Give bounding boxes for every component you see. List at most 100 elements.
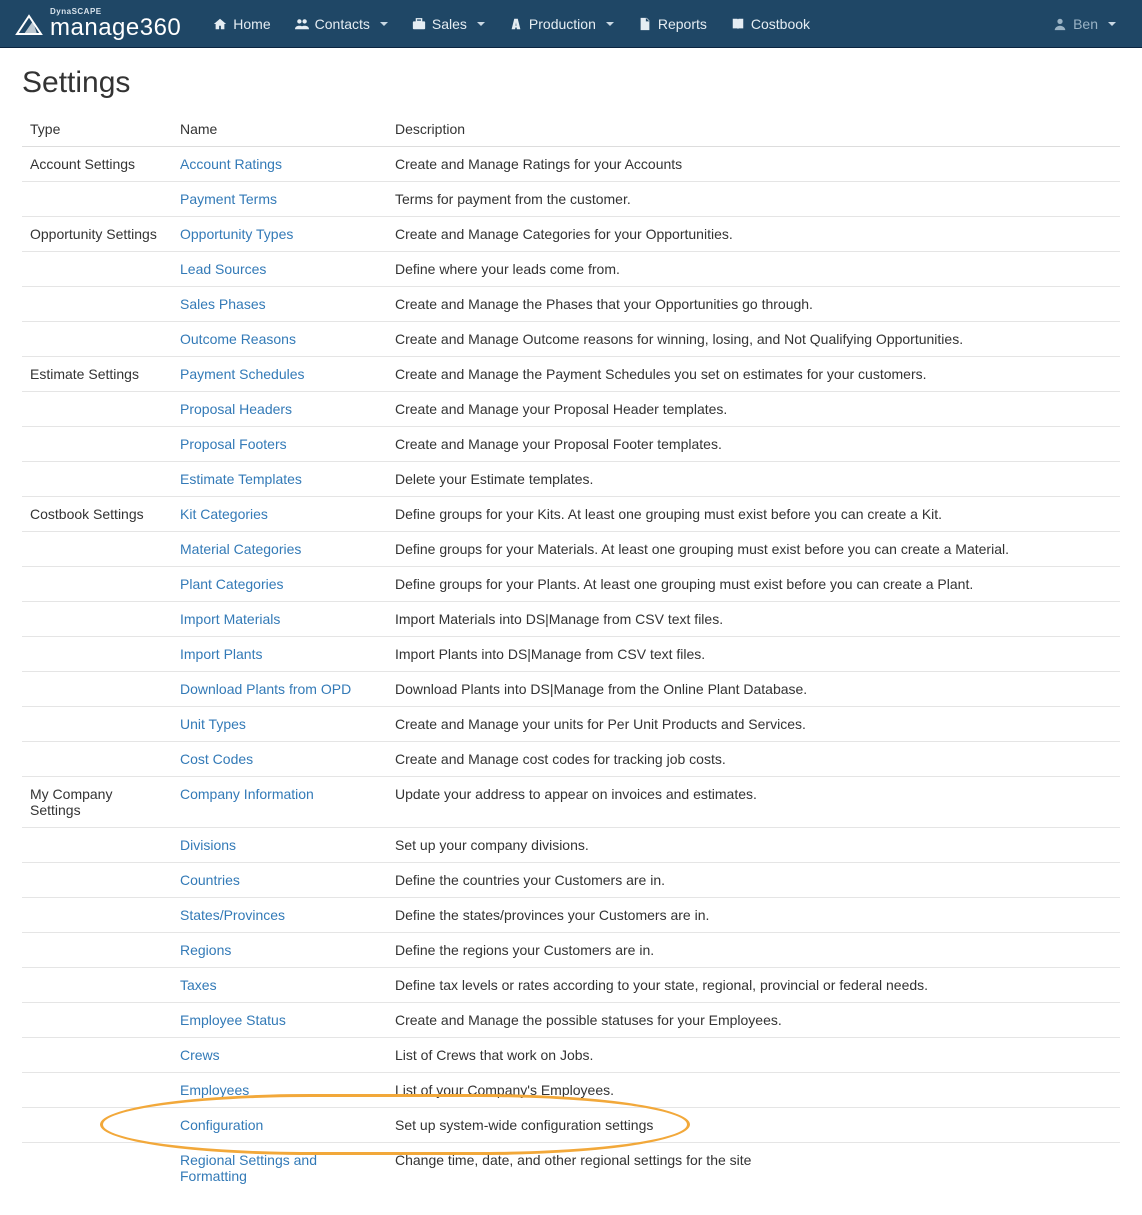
cell-name: Import Materials [172,602,387,637]
settings-link[interactable]: Download Plants from OPD [180,681,351,697]
settings-link[interactable]: Opportunity Types [180,226,293,242]
file-icon [638,17,652,31]
cell-type [22,567,172,602]
cell-description: Set up system-wide configuration setting… [387,1108,1120,1143]
chevron-down-icon [477,22,485,26]
cell-description: Create and Manage your Proposal Footer t… [387,427,1120,462]
nav-sales[interactable]: Sales [400,2,497,46]
users-icon [295,17,309,31]
settings-link[interactable]: Regional Settings and Formatting [180,1152,317,1184]
settings-link[interactable]: Proposal Footers [180,436,287,452]
cell-description: Define groups for your Kits. At least on… [387,497,1120,532]
settings-link[interactable]: Countries [180,872,240,888]
cell-description: Create and Manage your Proposal Header t… [387,392,1120,427]
nav-reports[interactable]: Reports [626,2,719,46]
settings-link[interactable]: Import Materials [180,611,280,627]
cell-description: Import Plants into DS|Manage from CSV te… [387,637,1120,672]
nav-production[interactable]: Production [497,2,626,46]
book-icon [731,17,745,31]
cell-type [22,322,172,357]
settings-link[interactable]: Divisions [180,837,236,853]
settings-link[interactable]: Plant Categories [180,576,284,592]
settings-link[interactable]: Lead Sources [180,261,266,277]
cell-name: Opportunity Types [172,217,387,252]
cell-type [22,742,172,777]
settings-link[interactable]: Kit Categories [180,506,268,522]
table-row: Costbook Settings Kit Categories Define gr… [22,497,1120,532]
cell-type [22,898,172,933]
settings-link[interactable]: Employees [180,1082,249,1098]
table-row: Download Plants from OPDDownload Plants … [22,672,1120,707]
settings-link[interactable]: Taxes [180,977,217,993]
nav-label: Contacts [315,16,370,32]
cell-description: Define groups for your Materials. At lea… [387,532,1120,567]
cell-name: Lead Sources [172,252,387,287]
settings-link[interactable]: Configuration [180,1117,263,1133]
cell-description: Create and Manage the Payment Schedules … [387,357,1120,392]
cell-description: Create and Manage cost codes for trackin… [387,742,1120,777]
cell-type [22,1073,172,1108]
col-header-type: Type [22,112,172,147]
nav-contacts[interactable]: Contacts [283,2,400,46]
settings-link[interactable]: Employee Status [180,1012,286,1028]
settings-link[interactable]: Outcome Reasons [180,331,296,347]
cell-type: Costbook Settings [22,497,172,532]
settings-link[interactable]: Unit Types [180,716,246,732]
settings-table: Type Name Description Account SettingsAc… [22,112,1120,1193]
chevron-down-icon [606,22,614,26]
cell-type [22,1108,172,1143]
cell-type: My Company Settings [22,777,172,828]
cell-description: List of your Company's Employees. [387,1073,1120,1108]
cell-name: Company Information [172,777,387,828]
table-row: Proposal Headers Create and Manage your P… [22,392,1120,427]
cell-type [22,1003,172,1038]
settings-link[interactable]: Material Categories [180,541,301,557]
cell-type [22,182,172,217]
cell-name: Proposal Headers [172,392,387,427]
settings-link[interactable]: Account Ratings [180,156,282,172]
brand-logo[interactable]: DynaSCAPE manage360 [14,8,181,40]
settings-link[interactable]: Cost Codes [180,751,253,767]
settings-link[interactable]: Payment Schedules [180,366,305,382]
col-header-description: Description [387,112,1120,147]
cell-type [22,1038,172,1073]
settings-link[interactable]: Payment Terms [180,191,277,207]
settings-link[interactable]: Import Plants [180,646,262,662]
user-menu[interactable]: Ben [1041,2,1128,46]
cell-type [22,602,172,637]
cell-type [22,933,172,968]
cell-description: Import Materials into DS|Manage from CSV… [387,602,1120,637]
cell-type [22,462,172,497]
table-row: Import Plants Import Plants into DS|Manag… [22,637,1120,672]
user-label: Ben [1073,16,1098,32]
nav-label: Production [529,16,596,32]
table-row: Material Categories Define groups for you… [22,532,1120,567]
cell-type [22,427,172,462]
table-row: CrewsList of Crews that work on Jobs. [22,1038,1120,1073]
settings-link[interactable]: Crews [180,1047,220,1063]
settings-link[interactable]: Company Information [180,786,314,802]
table-row: DivisionsSet up your company divisions. [22,828,1120,863]
nav-label: Home [233,16,270,32]
nav-label: Costbook [751,16,810,32]
user-icon [1053,17,1067,31]
settings-link[interactable]: Sales Phases [180,296,266,312]
top-navbar: DynaSCAPE manage360 Home Contacts Sales Pro… [0,0,1142,48]
cell-description: Update your address to appear on invoice… [387,777,1120,828]
settings-link[interactable]: Proposal Headers [180,401,292,417]
cell-name: Taxes [172,968,387,1003]
nav-home[interactable]: Home [201,2,282,46]
page-body: Settings Type Name Description Account S… [0,48,1142,1211]
settings-link[interactable]: Regions [180,942,231,958]
cell-description: Create and Manage the Phases that your O… [387,287,1120,322]
table-row: Estimate TemplatesDelete your Estimate t… [22,462,1120,497]
cell-type: Estimate Settings [22,357,172,392]
table-row: Plant CategoriesDefine groups for your P… [22,567,1120,602]
settings-link[interactable]: Estimate Templates [180,471,302,487]
nav-label: Reports [658,16,707,32]
nav-costbook[interactable]: Costbook [719,2,822,46]
settings-link[interactable]: States/Provinces [180,907,285,923]
cell-type [22,532,172,567]
cell-type [22,1143,172,1194]
table-row: Regional Settings and FormattingChange t… [22,1143,1120,1194]
